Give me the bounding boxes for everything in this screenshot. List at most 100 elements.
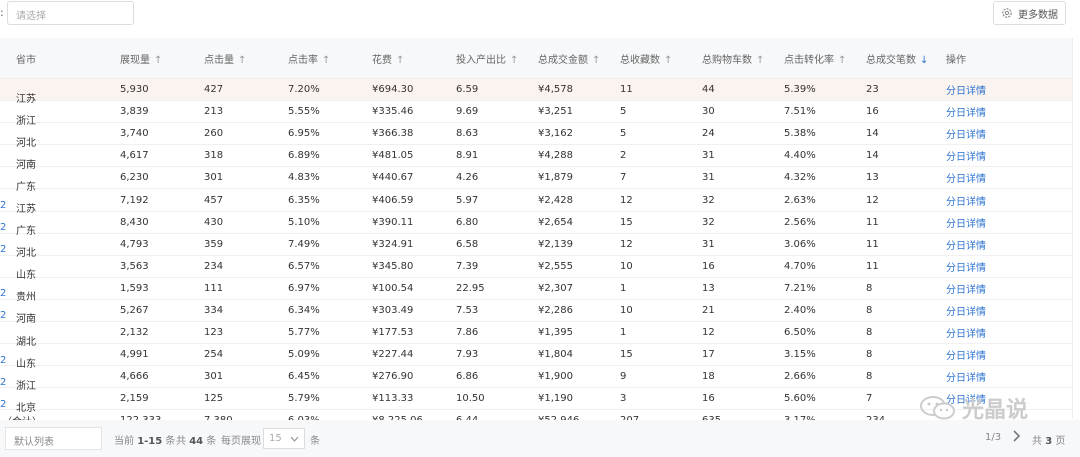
daily-detail-link[interactable]: 分日详情: [946, 259, 1006, 274]
table-cell: 9.69: [456, 106, 479, 118]
pagination-bar: 默认列表 当前 1-15 条 共 44 条 每页展现 15 条 1/3 共 3 …: [0, 420, 1080, 457]
table-cell: 7.86: [456, 327, 479, 339]
table-cell: 8: [866, 327, 873, 339]
column-header-label: 花费: [372, 54, 392, 66]
table-cell: 3,563: [120, 260, 149, 272]
daily-detail-link[interactable]: 分日详情: [946, 126, 1006, 141]
region-select[interactable]: 请选择: [7, 1, 134, 25]
column-header[interactable]: 展现量 ↑: [120, 51, 204, 66]
table-cell: 6.58: [456, 238, 479, 250]
table-cell: 6.59: [456, 84, 479, 96]
table-row: 河南 4,617 318 6.89% ¥481.05 8.91 ¥4,288 2 31 4.40%…: [0, 145, 1072, 171]
sort-desc-icon[interactable]: ↓: [920, 55, 928, 66]
column-header[interactable]: 总收藏数 ↑: [620, 51, 702, 66]
sort-icon[interactable]: ↑: [838, 55, 846, 66]
table-cell: 12: [866, 194, 879, 206]
column-header[interactable]: 投入产出比 ↑: [456, 51, 538, 66]
table-cell: 32: [702, 194, 715, 206]
default-list-select[interactable]: 默认列表: [5, 427, 102, 450]
next-page-button[interactable]: [1012, 430, 1021, 445]
table-cell: ¥2,307: [538, 282, 573, 294]
table-cell: 4.32%: [784, 172, 816, 184]
table-cell: 6.57%: [288, 260, 320, 272]
table-cell: 6.50%: [784, 327, 816, 339]
table-cell: ¥227.44: [372, 349, 414, 361]
table-cell: 123: [204, 327, 224, 339]
table-row: 2 浙江 4,666 301 6.45% ¥276.90 6.86 ¥1,900 9 18 2.66…: [0, 366, 1072, 392]
table-cell: 11: [620, 84, 633, 96]
table-cell: 7.21%: [784, 282, 816, 294]
per-page-select[interactable]: 15: [263, 428, 305, 449]
sort-icon[interactable]: ↑: [322, 55, 330, 66]
sort-icon[interactable]: ↑: [592, 55, 600, 66]
column-header[interactable]: 点击率 ↑: [288, 51, 372, 66]
sort-icon[interactable]: ↑: [510, 55, 518, 66]
table-cell: 16: [702, 393, 715, 405]
sort-icon[interactable]: ↑: [238, 55, 246, 66]
table-cell: 6.97%: [288, 282, 320, 294]
table-cell: 1: [620, 327, 627, 339]
daily-detail-link[interactable]: 分日详情: [946, 237, 1006, 252]
daily-detail-link[interactable]: 分日详情: [946, 82, 1006, 97]
total-count: 共 44 条: [176, 436, 217, 447]
column-header[interactable]: 点击量 ↑: [204, 51, 288, 66]
daily-detail-link[interactable]: 分日详情: [946, 104, 1006, 119]
table-cell: 5.79%: [288, 393, 320, 405]
daily-detail-link[interactable]: 分日详情: [946, 325, 1006, 340]
province-name: 广东: [16, 226, 36, 238]
table-row: 山东 3,563 234 6.57% ¥345.80 7.39 ¥2,555 10 16 4.70…: [0, 256, 1072, 281]
table-cell: 427: [204, 84, 224, 96]
daily-detail-link[interactable]: 分日详情: [946, 170, 1006, 185]
table-cell: 6.45%: [288, 371, 320, 383]
table-cell: 2.63%: [784, 194, 816, 206]
daily-detail-link[interactable]: 分日详情: [946, 347, 1006, 362]
column-header[interactable]: 总购物车数 ↑: [702, 51, 784, 66]
sort-icon[interactable]: ↑: [154, 55, 162, 66]
column-header[interactable]: 花费 ↑: [372, 51, 456, 66]
table-cell: 111: [204, 282, 224, 294]
column-header[interactable]: 点击转化率 ↑: [784, 51, 866, 66]
more-data-button[interactable]: 更多数据: [993, 1, 1066, 25]
table-cell: 3: [620, 393, 627, 405]
province-name: 广东: [16, 181, 36, 193]
table-cell: ¥2,555: [538, 260, 573, 272]
table-cell: 8: [866, 371, 873, 383]
daily-detail-link[interactable]: 分日详情: [946, 148, 1006, 163]
table-cell: 12: [702, 327, 715, 339]
province-name: 江苏: [16, 93, 36, 105]
table-cell: ¥440.67: [372, 172, 414, 184]
province-name: 浙江: [16, 115, 36, 127]
table-cell: 31: [702, 238, 715, 250]
table-cell: 24: [702, 128, 715, 140]
rank-marker: 2: [0, 288, 7, 300]
table-cell: 7.93: [456, 349, 479, 361]
sort-icon[interactable]: ↑: [756, 55, 764, 66]
table-cell: 6,230: [120, 172, 149, 184]
daily-detail-link[interactable]: 分日详情: [946, 369, 1006, 384]
table-cell: 7.51%: [784, 106, 816, 118]
table-cell: 2.56%: [784, 216, 816, 228]
per-page-label: 每页展现: [221, 436, 261, 447]
column-header[interactable]: 总成交金额 ↑: [538, 51, 620, 66]
data-table: 省市 展现量 ↑ 点击量 ↑ 点击率 ↑ 花费 ↑ 投入产出比 ↑ 总成交金额 ↑ 总收藏数 ↑ 总购物车数 ↑…: [0, 38, 1072, 433]
table-cell: ¥1,395: [538, 327, 573, 339]
table-cell: 15: [620, 349, 633, 361]
table-cell: 13: [702, 282, 715, 294]
table-cell: ¥345.80: [372, 260, 414, 272]
sort-icon[interactable]: ↑: [396, 55, 404, 66]
province-name: 河南: [16, 314, 36, 326]
table-cell: 31: [702, 150, 715, 162]
table-cell: 430: [204, 216, 224, 228]
column-header-label: 点击量: [204, 54, 234, 66]
daily-detail-link[interactable]: 分日详情: [946, 303, 1006, 318]
column-header[interactable]: 总成交笔数 ↓: [866, 51, 946, 66]
table-cell: 15: [620, 216, 633, 228]
table-cell: 7,192: [120, 194, 149, 206]
table-cell: 10: [620, 260, 633, 272]
daily-detail-link[interactable]: 分日详情: [946, 281, 1006, 296]
sort-icon[interactable]: ↑: [664, 55, 672, 66]
daily-detail-link[interactable]: 分日详情: [946, 193, 1006, 208]
daily-detail-link[interactable]: 分日详情: [946, 215, 1006, 230]
table-cell: ¥2,428: [538, 194, 573, 206]
table-cell: 30: [702, 106, 715, 118]
